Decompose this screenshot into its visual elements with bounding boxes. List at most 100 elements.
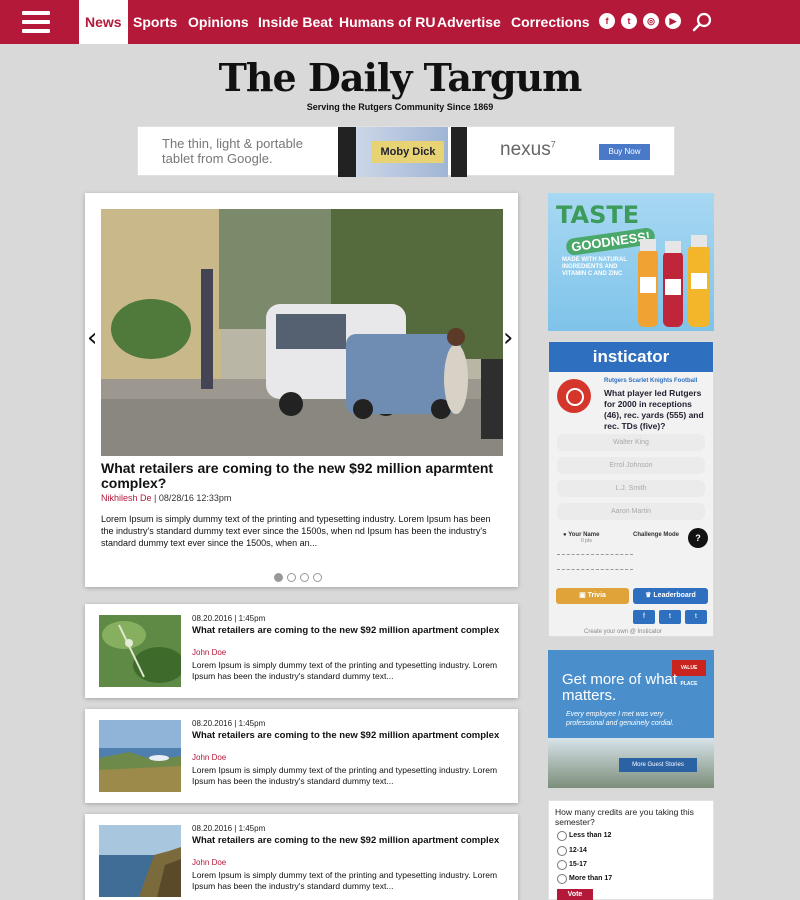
help-icon[interactable]: ? bbox=[688, 528, 708, 548]
article-summary: Lorem Ipsum is simply dummy text of the … bbox=[192, 660, 498, 681]
instagram-icon[interactable]: ◎ bbox=[643, 13, 659, 29]
more-guest-stories-button[interactable]: More Guest Stories bbox=[619, 758, 697, 772]
featured-photo-street-scene bbox=[101, 209, 503, 456]
ad-taste-bottles bbox=[638, 235, 710, 327]
article-title[interactable]: What retailers are coming to the new $92… bbox=[192, 836, 507, 846]
article-author[interactable]: John Doe bbox=[192, 753, 226, 762]
featured-body: Lorem Ipsum is simply dummy text of the … bbox=[101, 514, 491, 548]
leaderboard-button[interactable]: ♛ Leaderboard bbox=[633, 588, 708, 604]
article-summary: Lorem Ipsum is simply dummy text of the … bbox=[192, 870, 498, 891]
featured-meta-separator: | bbox=[151, 493, 159, 503]
article-author[interactable]: John Doe bbox=[192, 858, 226, 867]
ad-value-headline: Get more of what matters. bbox=[562, 671, 678, 704]
banner-ad-tablet-image: Moby Dick bbox=[356, 127, 448, 177]
sidebar-ad-taste[interactable]: TASTE GOODNESS! MADE WITH NATURAL INGRED… bbox=[548, 193, 714, 331]
banner-ad-text: The thin, light & portable tablet from G… bbox=[162, 136, 303, 166]
article-title[interactable]: What retailers are coming to the new $92… bbox=[192, 731, 507, 741]
article-summary: Lorem Ipsum is simply dummy text of the … bbox=[192, 765, 498, 786]
trivia-option[interactable]: Walter King bbox=[557, 434, 705, 451]
article-card: 08.20.2016 | 1:45pm What retailers are c… bbox=[85, 709, 518, 803]
thumbnail-image bbox=[99, 825, 181, 897]
twitter-share-icon[interactable]: t bbox=[659, 610, 681, 624]
carousel-next-arrow[interactable]: › bbox=[503, 323, 513, 353]
article-date: 08.20.2016 | 1:45pm bbox=[192, 824, 266, 833]
sidebar-ad-value-place[interactable]: VALUE PLACE Get more of what matters. Ev… bbox=[548, 650, 714, 788]
trivia-option[interactable]: Aaron Martin bbox=[557, 503, 705, 520]
top-nav-bar: News Sports Opinions Inside Beat Humans … bbox=[0, 0, 800, 44]
user-points: 0 pts bbox=[581, 538, 592, 544]
nav-item-humans-of-ru[interactable]: Humans of RU bbox=[339, 0, 435, 44]
clock-icon bbox=[557, 379, 591, 413]
article-card: 08.20.2016 | 1:45pm What retailers are c… bbox=[85, 814, 518, 900]
create-your-own-link[interactable]: Create your own @ Insticator bbox=[584, 629, 662, 635]
user-info: ● Your Name 0 pts bbox=[563, 532, 599, 544]
featured-article-card: ‹ › What retailers are coming to the new… bbox=[85, 193, 518, 587]
featured-author[interactable]: Nikhilesh De bbox=[101, 493, 152, 503]
facebook-share-icon[interactable]: f bbox=[633, 610, 655, 624]
article-card: 08.20.2016 | 1:45pm What retailers are c… bbox=[85, 604, 518, 698]
tagline: Serving the Rutgers Community Since 1869 bbox=[306, 102, 494, 112]
menu-icon[interactable] bbox=[22, 11, 50, 33]
nav-item-news[interactable]: News bbox=[79, 0, 128, 44]
featured-meta: Nikhilesh De | 08/28/16 12:33pm bbox=[101, 493, 231, 503]
twitter-icon[interactable]: t bbox=[621, 13, 637, 29]
poll-option[interactable]: Less than 12 bbox=[556, 831, 611, 841]
trivia-option[interactable]: L.J. Smith bbox=[557, 480, 705, 497]
nav-item-inside-beat[interactable]: Inside Beat bbox=[258, 0, 333, 44]
leaderboard-button-label: Leaderboard bbox=[653, 592, 696, 599]
ad-taste-headline: TASTE bbox=[556, 201, 640, 229]
carousel-dot-2[interactable] bbox=[287, 573, 296, 582]
banner-ad-tablet-edge bbox=[338, 127, 356, 177]
insticator-logo[interactable]: insticator bbox=[549, 342, 713, 372]
youtube-icon[interactable]: ▶ bbox=[665, 13, 681, 29]
article-title[interactable]: What retailers are coming to the new $92… bbox=[192, 626, 507, 636]
nav-item-corrections[interactable]: Corrections bbox=[511, 0, 590, 44]
trivia-button[interactable]: ▣ Trivia bbox=[556, 588, 629, 604]
featured-image[interactable] bbox=[101, 209, 503, 456]
featured-title[interactable]: What retailers are coming to the new $92… bbox=[101, 461, 506, 491]
trivia-option[interactable]: Errol Johnson bbox=[557, 457, 705, 474]
vote-button[interactable]: Vote bbox=[557, 889, 593, 900]
article-thumbnail-plant[interactable] bbox=[99, 615, 181, 687]
thumbnail-image bbox=[99, 720, 181, 792]
search-icon[interactable] bbox=[692, 12, 712, 32]
banner-ad-brand: nexus7 bbox=[500, 139, 556, 161]
banner-ad[interactable]: The thin, light & portable tablet from G… bbox=[137, 126, 675, 177]
poll-option[interactable]: More than 17 bbox=[556, 874, 612, 884]
banner-ad-book-title: Moby Dick bbox=[372, 141, 444, 163]
carousel-dot-3[interactable] bbox=[300, 573, 309, 582]
poll-widget: How many credits are you taking this sem… bbox=[548, 800, 714, 900]
nav-item-sports[interactable]: Sports bbox=[133, 0, 177, 44]
insticator-widget: insticator Rutgers Scarlet Knights Footb… bbox=[548, 341, 714, 637]
poll-question: How many credits are you taking this sem… bbox=[555, 807, 694, 827]
article-author[interactable]: John Doe bbox=[192, 648, 226, 657]
ad-value-quote: Every employee I met was very profession… bbox=[566, 711, 674, 727]
user-icon: ● bbox=[563, 532, 567, 538]
site-logo[interactable]: The Daily Targum bbox=[0, 52, 800, 104]
challenge-mode-label[interactable]: Challenge Mode bbox=[633, 532, 679, 538]
trivia-question: What player led Rutgers for 2000 in rece… bbox=[604, 388, 704, 431]
thumbnail-image bbox=[99, 615, 181, 687]
nav-item-advertise[interactable]: Advertise bbox=[437, 0, 501, 44]
trivia-button-label: Trivia bbox=[587, 592, 606, 599]
progress-placeholder bbox=[557, 554, 633, 570]
banner-ad-brand-name: nexus bbox=[500, 139, 551, 160]
article-date: 08.20.2016 | 1:45pm bbox=[192, 719, 266, 728]
trivia-category: Rutgers Scarlet Knights Football bbox=[604, 378, 698, 384]
article-date: 08.20.2016 | 1:45pm bbox=[192, 614, 266, 623]
poll-option[interactable]: 12-14 bbox=[557, 846, 587, 856]
carousel-dot-4[interactable] bbox=[313, 573, 322, 582]
banner-ad-brand-sup: 7 bbox=[550, 139, 556, 150]
article-thumbnail-cliffs[interactable] bbox=[99, 825, 181, 897]
trivia-icon: ▣ bbox=[579, 592, 588, 599]
poll-option[interactable]: 15-17 bbox=[557, 860, 587, 870]
article-thumbnail-coast[interactable] bbox=[99, 720, 181, 792]
facebook-icon[interactable]: f bbox=[599, 13, 615, 29]
nav-item-opinions[interactable]: Opinions bbox=[188, 0, 249, 44]
banner-ad-tablet-edge-right bbox=[451, 127, 467, 177]
carousel-dot-1[interactable] bbox=[274, 573, 283, 582]
tumblr-share-icon[interactable]: t bbox=[685, 610, 707, 624]
carousel-dots bbox=[274, 569, 326, 587]
buy-now-button[interactable]: Buy Now bbox=[599, 144, 650, 160]
carousel-prev-arrow[interactable]: ‹ bbox=[87, 323, 97, 353]
